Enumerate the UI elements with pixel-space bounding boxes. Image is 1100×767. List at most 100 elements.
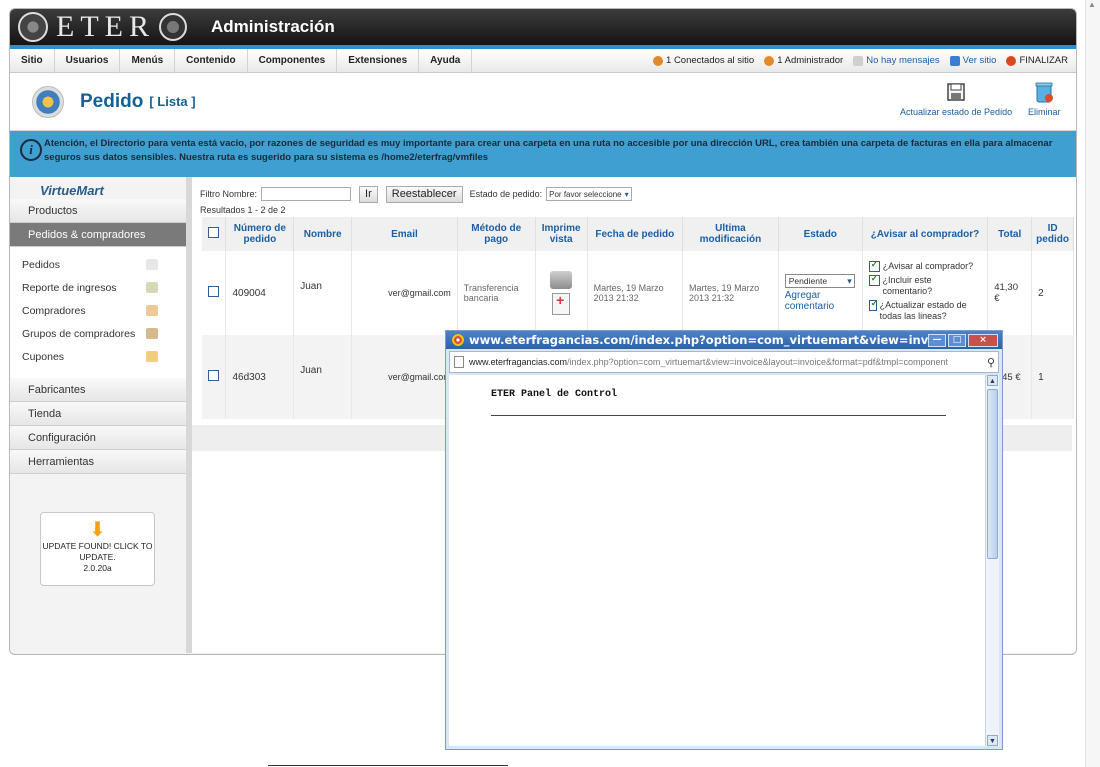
col-email[interactable]: Email	[351, 217, 458, 251]
close-icon[interactable]: ×	[968, 333, 998, 347]
document-heading: ETER Panel de Control	[491, 389, 618, 400]
col-modified[interactable]: Ultima modificación	[682, 217, 779, 251]
row-checkbox[interactable]	[208, 286, 219, 297]
messages-link[interactable]: No hay mensajes	[853, 55, 940, 66]
orders-mini-icon	[146, 259, 158, 270]
filter-name-label: Filtro Nombre:	[200, 189, 258, 199]
add-comment-link[interactable]: Agregar comentario	[785, 290, 856, 312]
filter-name-input[interactable]	[261, 187, 352, 201]
sidebar-group-configuracion[interactable]: Configuración	[10, 426, 186, 450]
order-id: 2	[1031, 251, 1074, 335]
sidebar-item-reporte[interactable]: Reporte de ingresos	[10, 276, 186, 299]
url-host: www.eterfragancias.com	[469, 357, 568, 367]
select-all-cell	[202, 217, 227, 251]
notify-buyer-checkbox[interactable]	[868, 259, 880, 272]
table-header-row: Número de pedido Nombre Email Método de …	[202, 217, 1074, 251]
col-name[interactable]: Nombre	[293, 217, 353, 251]
order-number-link[interactable]: 409004	[225, 251, 295, 335]
table-row: 409004 Juan ver@gmail.com Transferencia …	[202, 251, 1074, 335]
header: ETER Administración	[10, 9, 1076, 49]
window-controls: — □ ×	[928, 333, 1002, 347]
page-title: Pedido	[80, 90, 144, 112]
delete-button[interactable]: Eliminar	[1028, 81, 1061, 117]
row-checkbox[interactable]	[208, 370, 219, 381]
filter-row: Filtro Nombre: Ir Reestablecer Estado de…	[200, 185, 1076, 203]
joomla-logo-icon	[159, 13, 187, 41]
users-icon	[653, 55, 664, 66]
select-all-checkbox[interactable]	[208, 227, 220, 238]
notify-cell: ¿Avisar al comprador? ¿Incluir este come…	[862, 251, 989, 335]
groups-mini-icon	[146, 328, 158, 339]
zoom-icon[interactable]: ⚲	[987, 356, 998, 369]
status-filter-label: Estado de pedido:	[469, 189, 543, 199]
view-site-link[interactable]: Ver sitio	[949, 55, 996, 66]
popup-scrollbar[interactable]: ▲ ▼	[985, 375, 999, 746]
col-number[interactable]: Número de pedido	[225, 217, 295, 251]
menu-extensiones[interactable]: Extensiones	[337, 48, 420, 73]
scroll-up-icon[interactable]: ▲	[1088, 0, 1098, 10]
divider	[268, 765, 508, 766]
col-status[interactable]: Estado	[778, 217, 863, 251]
scroll-down-icon[interactable]: ▼	[987, 735, 998, 746]
sidebar-group-fabricantes[interactable]: Fabricantes	[10, 378, 186, 402]
logout-link[interactable]: FINALIZAR	[1006, 55, 1068, 66]
update-lines-checkbox[interactable]	[868, 298, 878, 311]
popup-titlebar[interactable]: www.eterfragancias.com/index.php?option=…	[446, 331, 1002, 349]
menu-sitio[interactable]: Sitio	[10, 48, 55, 73]
order-total: 41,30 €	[987, 251, 1033, 335]
sidebar-item-label: Reporte de ingresos	[22, 281, 117, 294]
save-icon	[947, 83, 965, 101]
order-number-link[interactable]: 46d303	[225, 335, 295, 419]
connected-label: 1 Conectados al sitio	[666, 55, 755, 66]
minimize-icon[interactable]: —	[928, 333, 946, 347]
sidebar: VirtueMart Productos Pedidos & comprador…	[10, 177, 192, 653]
col-total[interactable]: Total	[987, 217, 1033, 251]
menu-contenido[interactable]: Contenido	[175, 48, 248, 73]
chrome-icon	[452, 334, 464, 346]
sidebar-item-grupos[interactable]: Grupos de compradores	[10, 322, 186, 345]
col-notify: ¿Avisar al comprador?	[862, 217, 989, 251]
notify-buyer-option[interactable]: ¿Avisar al comprador?	[868, 259, 981, 272]
gift-mini-icon	[146, 351, 158, 362]
menu-componentes[interactable]: Componentes	[248, 48, 338, 73]
sidebar-item-label: Cupones	[22, 350, 65, 363]
mail-icon	[853, 55, 864, 66]
maximize-icon[interactable]: □	[948, 333, 966, 347]
col-id[interactable]: ID pedido	[1031, 217, 1074, 251]
sidebar-item-pedidos[interactable]: Pedidos	[10, 253, 186, 276]
delete-label: Eliminar	[1028, 107, 1061, 117]
status-filter-select[interactable]: Por favor seleccione ▾	[546, 187, 632, 201]
menu-ayuda[interactable]: Ayuda	[419, 48, 473, 73]
order-name-link[interactable]: Juan	[293, 251, 353, 335]
status-select[interactable]: Pendiente	[784, 274, 855, 288]
sidebar-item-cupones[interactable]: Cupones	[10, 345, 186, 368]
order-email: ver@gmail.com	[351, 251, 458, 335]
sidebar-group-pedidos[interactable]: Pedidos & compradores	[10, 223, 186, 247]
update-status-button[interactable]: Actualizar estado de Pedido	[900, 81, 1012, 117]
status-cell: Pendiente Agregar comentario	[778, 251, 863, 335]
scroll-thumb[interactable]	[987, 389, 998, 559]
sidebar-group-herramientas[interactable]: Herramientas	[10, 450, 186, 474]
col-payment[interactable]: Método de pago	[457, 217, 536, 251]
order-name-link[interactable]: Juan	[293, 335, 353, 419]
pdf-invoice-icon[interactable]	[552, 292, 571, 315]
document-rule	[491, 415, 946, 416]
invoice-document: ETER Panel de Control ▲ ▼	[449, 375, 999, 746]
scroll-up-icon[interactable]: ▲	[987, 375, 998, 386]
sidebar-group-tienda[interactable]: Tienda	[10, 402, 186, 426]
menu-usuarios[interactable]: Usuarios	[55, 48, 121, 73]
col-order-date[interactable]: Fecha de pedido	[587, 217, 684, 251]
popup-title: www.eterfragancias.com/index.php?option=…	[469, 333, 928, 347]
popup-address-bar[interactable]: www.eterfragancias.com /index.php?option…	[449, 351, 999, 373]
menu-menus[interactable]: Menús	[120, 48, 176, 73]
include-comment-option[interactable]: ¿Incluir este comentario?	[868, 273, 981, 297]
reset-button[interactable]: Reestablecer	[385, 185, 463, 203]
printer-icon[interactable]	[550, 271, 573, 289]
update-lines-option[interactable]: ¿Actualizar estado de todas las lineas?	[868, 298, 981, 322]
update-notice-button[interactable]: ⬇ UPDATE FOUND! CLICK TO UPDATE. 2.0.20a	[40, 512, 155, 586]
sidebar-item-compradores[interactable]: Compradores	[10, 299, 186, 322]
include-comment-checkbox[interactable]	[868, 273, 880, 286]
page-scrollbar[interactable]: ▲	[1085, 0, 1100, 767]
sidebar-group-productos[interactable]: Productos	[10, 199, 186, 223]
go-button[interactable]: Ir	[359, 185, 378, 203]
